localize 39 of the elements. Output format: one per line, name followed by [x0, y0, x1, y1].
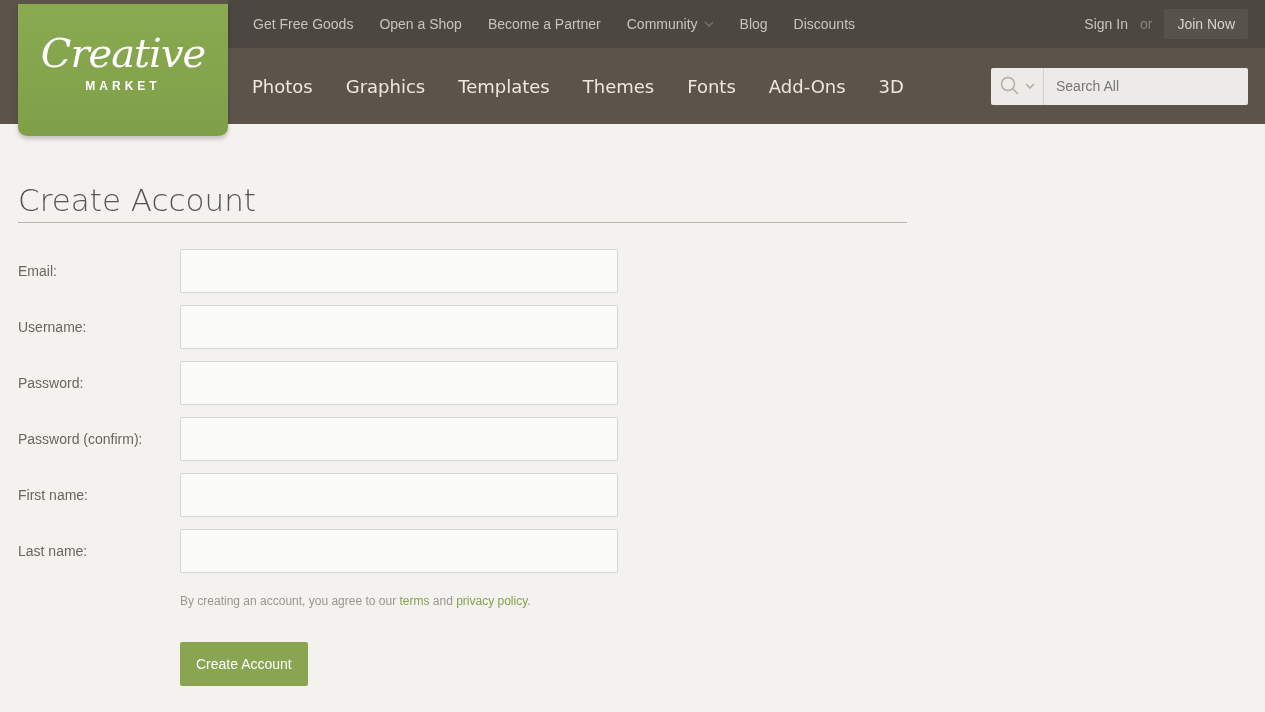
top-nav-link[interactable]: Blog — [739, 16, 768, 32]
input-field[interactable] — [180, 473, 618, 517]
top-nav-link[interactable]: Become a Partner — [487, 16, 601, 32]
logo-wordmark: Creative — [40, 33, 206, 73]
logo-caption: MARKET — [85, 79, 161, 93]
search-icon — [1000, 76, 1020, 96]
field-label: First name: — [18, 487, 89, 503]
sign-in-link[interactable]: Sign In — [1084, 16, 1128, 32]
page-title: Create Account — [18, 182, 907, 223]
top-nav-link[interactable]: Discounts — [793, 16, 856, 32]
field-label: Email: — [18, 263, 58, 279]
category-link[interactable]: Photos — [252, 75, 313, 97]
search-scope-dropdown[interactable] — [991, 67, 1044, 105]
search-field[interactable]: Search All — [1044, 67, 1248, 105]
category-link[interactable]: Themes — [582, 75, 655, 97]
create-account-button[interactable]: Create Account — [180, 642, 308, 686]
category-link[interactable]: Add-Ons — [768, 75, 846, 97]
category-link[interactable]: 3D — [878, 75, 904, 97]
terms-notice: By creating an account, you agree to our terms and privacy policy. — [180, 594, 532, 608]
join-now-button[interactable]: Join Now — [1164, 9, 1248, 39]
input-field[interactable] — [180, 417, 618, 461]
separator-text: or — [1139, 16, 1153, 32]
caret-icon — [703, 21, 714, 27]
input-field[interactable] — [180, 249, 618, 293]
caret-icon — [1025, 83, 1035, 89]
category-link[interactable]: Fonts — [687, 75, 736, 97]
top-nav-dropdown[interactable]: Community — [626, 16, 714, 32]
field-label: Password: — [18, 375, 85, 391]
input-field[interactable] — [180, 361, 618, 405]
field-label: Password (confirm): — [18, 431, 144, 447]
field-label: Last name: — [18, 543, 89, 559]
top-nav-link[interactable]: Open a Shop — [379, 16, 462, 32]
category-link[interactable]: Graphics — [345, 75, 426, 97]
logo[interactable]: Creative MARKET — [18, 4, 228, 136]
input-field[interactable] — [180, 529, 618, 573]
input-field[interactable] — [180, 305, 618, 349]
category-link[interactable]: Templates — [458, 75, 550, 97]
field-label: Username: — [18, 319, 88, 335]
top-nav-link[interactable]: Get Free Goods — [253, 16, 354, 32]
